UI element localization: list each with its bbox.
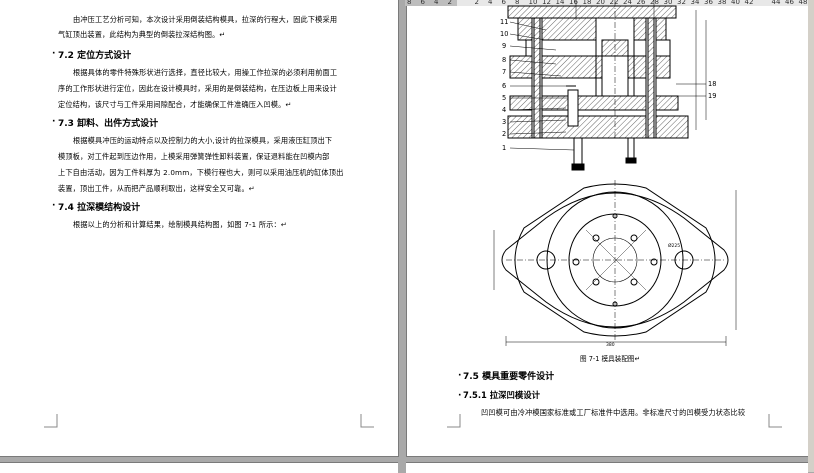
paragraph-line: 气缸顶出装置，此结构为典型的倒装拉深结构图。↵ bbox=[58, 30, 226, 39]
callout-number: 1 bbox=[502, 144, 507, 152]
callout-number: 10 bbox=[500, 30, 509, 38]
section-heading-7-3: 7.3 卸料、出件方式设计 bbox=[58, 119, 159, 129]
plan-view bbox=[493, 180, 737, 346]
margin-corner-mark bbox=[44, 414, 58, 428]
document-page-next-left bbox=[0, 462, 398, 473]
margin-corner-mark bbox=[447, 414, 461, 428]
paragraph-line: 根据模具冲压的运动特点以及控制力的大小,设计的拉深模具，采用液压缸顶出下 bbox=[73, 136, 333, 145]
heading-bullet: · bbox=[52, 201, 56, 211]
section-heading-7-5-1: 7.5.1 拉深凹模设计 bbox=[463, 390, 541, 400]
vertical-scrollbar[interactable] bbox=[808, 0, 814, 472]
section-heading-7-4: 7.4 拉深模结构设计 bbox=[58, 203, 141, 213]
paragraph-line: 装置，顶出工件，从而把产品顺利取出，这样安全又可靠。↵ bbox=[58, 184, 255, 193]
margin-corner-mark bbox=[768, 414, 782, 428]
margin-corner-mark bbox=[360, 414, 374, 428]
dimension-label: Ø225 bbox=[668, 244, 681, 249]
callout-number: 6 bbox=[502, 82, 507, 90]
heading-bullet: · bbox=[52, 49, 56, 59]
paragraph-line: 上下自由活动，因为工件料厚为 2.0mm，下模行程也大，则可以采用油压机的缸体顶… bbox=[58, 168, 344, 177]
callout-number: 9 bbox=[502, 42, 507, 50]
dimension-label: 380 bbox=[606, 343, 615, 348]
paragraph-line: 模顶板，对工件起到压边作用，上模采用弹簧弹性卸料装置，保证退料能在凹模内部 bbox=[58, 152, 330, 161]
callout-number: 18 bbox=[708, 80, 717, 88]
mold-assembly-drawing bbox=[493, 0, 737, 346]
heading-bullet: · bbox=[458, 371, 462, 381]
heading-bullet: · bbox=[52, 117, 56, 127]
paragraph-line: 根据以上的分析和计算结果，绘制模具结构图，如图 7-1 所示：↵ bbox=[73, 220, 288, 229]
paragraph-line: 序的工作形状进行定位，因此在设计模具时，采用的是倒装结构，在压边板上用来设计 bbox=[58, 84, 337, 93]
callout-number: 19 bbox=[708, 92, 717, 100]
section-heading-7-2: 7.2 定位方式设计 bbox=[58, 51, 132, 61]
figure-caption: 图 7-1 模具装配图↵ bbox=[580, 355, 641, 363]
callout-number: 8 bbox=[502, 56, 507, 64]
callout-number: 7 bbox=[502, 68, 507, 76]
callout-number: 3 bbox=[502, 118, 507, 126]
paragraph-line: 定位结构，该尺寸与工件采用间隙配合，才能确保工件准确压入凹模。↵ bbox=[58, 100, 292, 109]
callout-number: 2 bbox=[502, 130, 507, 138]
paragraph-line: 由冲压工艺分析可知，本次设计采用倒装结构模具，拉深的行程大，固此下模采用 bbox=[73, 15, 338, 24]
paragraph-line: 凹凹模可由冷冲模国家标准或工厂标准件中选用。非标准尺寸的凹模受力状态比较 bbox=[481, 408, 746, 417]
callout-number: 4 bbox=[502, 106, 507, 114]
section-view bbox=[507, 0, 707, 171]
section-heading-7-5: 7.5 模具重要零件设计 bbox=[463, 372, 555, 382]
heading-bullet: · bbox=[458, 391, 462, 401]
callout-number: 11 bbox=[500, 18, 509, 26]
document-page-next-right bbox=[406, 462, 808, 473]
paragraph-line: 根据具体的零件特殊形状进行选择，直径比较大，用操工作拉深的必须利用前面工 bbox=[73, 68, 338, 77]
callout-number: 5 bbox=[502, 94, 507, 102]
